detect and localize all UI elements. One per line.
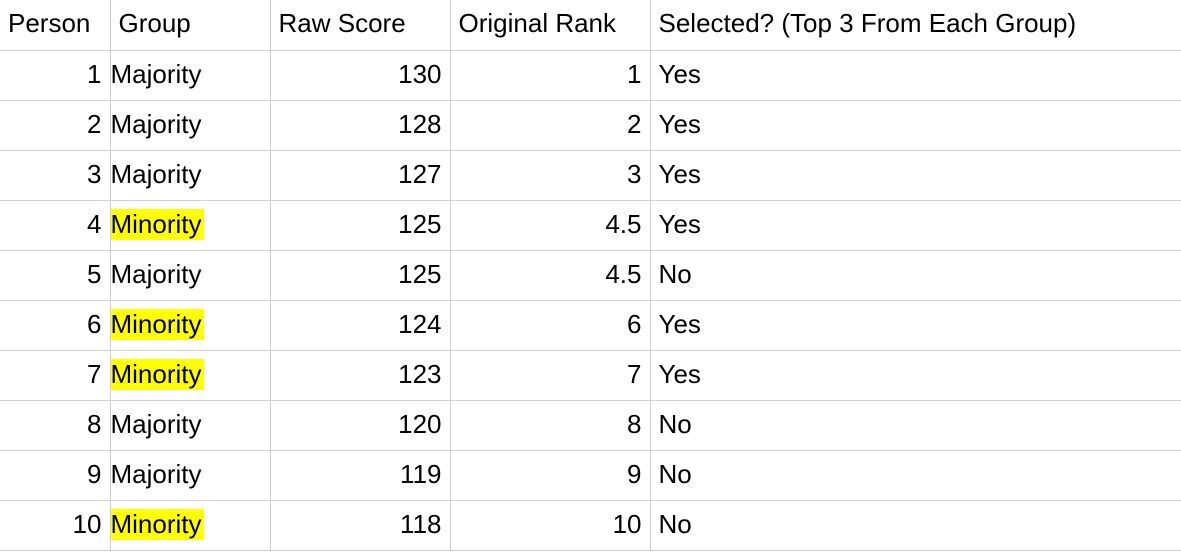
cell-group: Majority [110, 100, 270, 150]
cell-person: 10 [0, 500, 110, 550]
cell-rank: 2 [450, 100, 650, 150]
cell-group: Minority [110, 200, 270, 250]
group-label: Minority [111, 309, 204, 340]
cell-rank: 1 [450, 50, 650, 100]
group-label: Minority [111, 359, 204, 390]
cell-score: 125 [270, 250, 450, 300]
cell-group: Majority [110, 450, 270, 500]
table-row: 2 Majority 128 2 Yes [0, 100, 1181, 150]
table-row: 5 Majority 125 4.5 No [0, 250, 1181, 300]
cell-group: Minority [110, 350, 270, 400]
table-row: 10 Minority 118 10 No [0, 500, 1181, 550]
cell-score: 119 [270, 450, 450, 500]
cell-score: 128 [270, 100, 450, 150]
cell-score: 125 [270, 200, 450, 250]
cell-rank: 3 [450, 150, 650, 200]
data-table: Person Group Raw Score Original Rank Sel… [0, 0, 1181, 551]
cell-score: 118 [270, 500, 450, 550]
cell-person: 6 [0, 300, 110, 350]
col-person: Person [0, 0, 110, 50]
cell-selected: Yes [650, 50, 1181, 100]
cell-person: 4 [0, 200, 110, 250]
group-label: Majority [111, 109, 202, 139]
cell-person: 1 [0, 50, 110, 100]
cell-group: Minority [110, 500, 270, 550]
col-score: Raw Score [270, 0, 450, 50]
cell-selected: No [650, 500, 1181, 550]
table-row: 8 Majority 120 8 No [0, 400, 1181, 450]
col-rank: Original Rank [450, 0, 650, 50]
cell-person: 3 [0, 150, 110, 200]
cell-group: Minority [110, 300, 270, 350]
cell-person: 7 [0, 350, 110, 400]
cell-score: 120 [270, 400, 450, 450]
group-label: Majority [111, 259, 202, 289]
group-label: Majority [111, 159, 202, 189]
table-body: 1 Majority 130 1 Yes 2 Majority 128 2 Ye… [0, 50, 1181, 550]
cell-selected: Yes [650, 150, 1181, 200]
cell-group: Majority [110, 50, 270, 100]
table-row: 1 Majority 130 1 Yes [0, 50, 1181, 100]
cell-selected: No [650, 250, 1181, 300]
cell-rank: 7 [450, 350, 650, 400]
cell-score: 123 [270, 350, 450, 400]
cell-group: Majority [110, 250, 270, 300]
group-label: Majority [111, 409, 202, 439]
table-row: 6 Minority 124 6 Yes [0, 300, 1181, 350]
group-label: Majority [111, 459, 202, 489]
cell-rank: 6 [450, 300, 650, 350]
cell-rank: 4.5 [450, 200, 650, 250]
cell-group: Majority [110, 150, 270, 200]
col-selected: Selected? (Top 3 From Each Group) [650, 0, 1181, 50]
cell-person: 8 [0, 400, 110, 450]
group-label: Minority [111, 509, 204, 540]
group-label: Minority [111, 209, 204, 240]
cell-selected: Yes [650, 100, 1181, 150]
cell-score: 130 [270, 50, 450, 100]
cell-selected: Yes [650, 200, 1181, 250]
cell-score: 127 [270, 150, 450, 200]
header-row: Person Group Raw Score Original Rank Sel… [0, 0, 1181, 50]
group-label: Majority [111, 59, 202, 89]
cell-score: 124 [270, 300, 450, 350]
cell-person: 2 [0, 100, 110, 150]
table-row: 7 Minority 123 7 Yes [0, 350, 1181, 400]
col-group: Group [110, 0, 270, 50]
cell-selected: No [650, 400, 1181, 450]
cell-person: 9 [0, 450, 110, 500]
cell-rank: 9 [450, 450, 650, 500]
table-row: 3 Majority 127 3 Yes [0, 150, 1181, 200]
cell-rank: 10 [450, 500, 650, 550]
cell-group: Majority [110, 400, 270, 450]
cell-selected: No [650, 450, 1181, 500]
cell-selected: Yes [650, 300, 1181, 350]
cell-person: 5 [0, 250, 110, 300]
cell-rank: 8 [450, 400, 650, 450]
cell-rank: 4.5 [450, 250, 650, 300]
cell-selected: Yes [650, 350, 1181, 400]
table-row: 4 Minority 125 4.5 Yes [0, 200, 1181, 250]
table-row: 9 Majority 119 9 No [0, 450, 1181, 500]
